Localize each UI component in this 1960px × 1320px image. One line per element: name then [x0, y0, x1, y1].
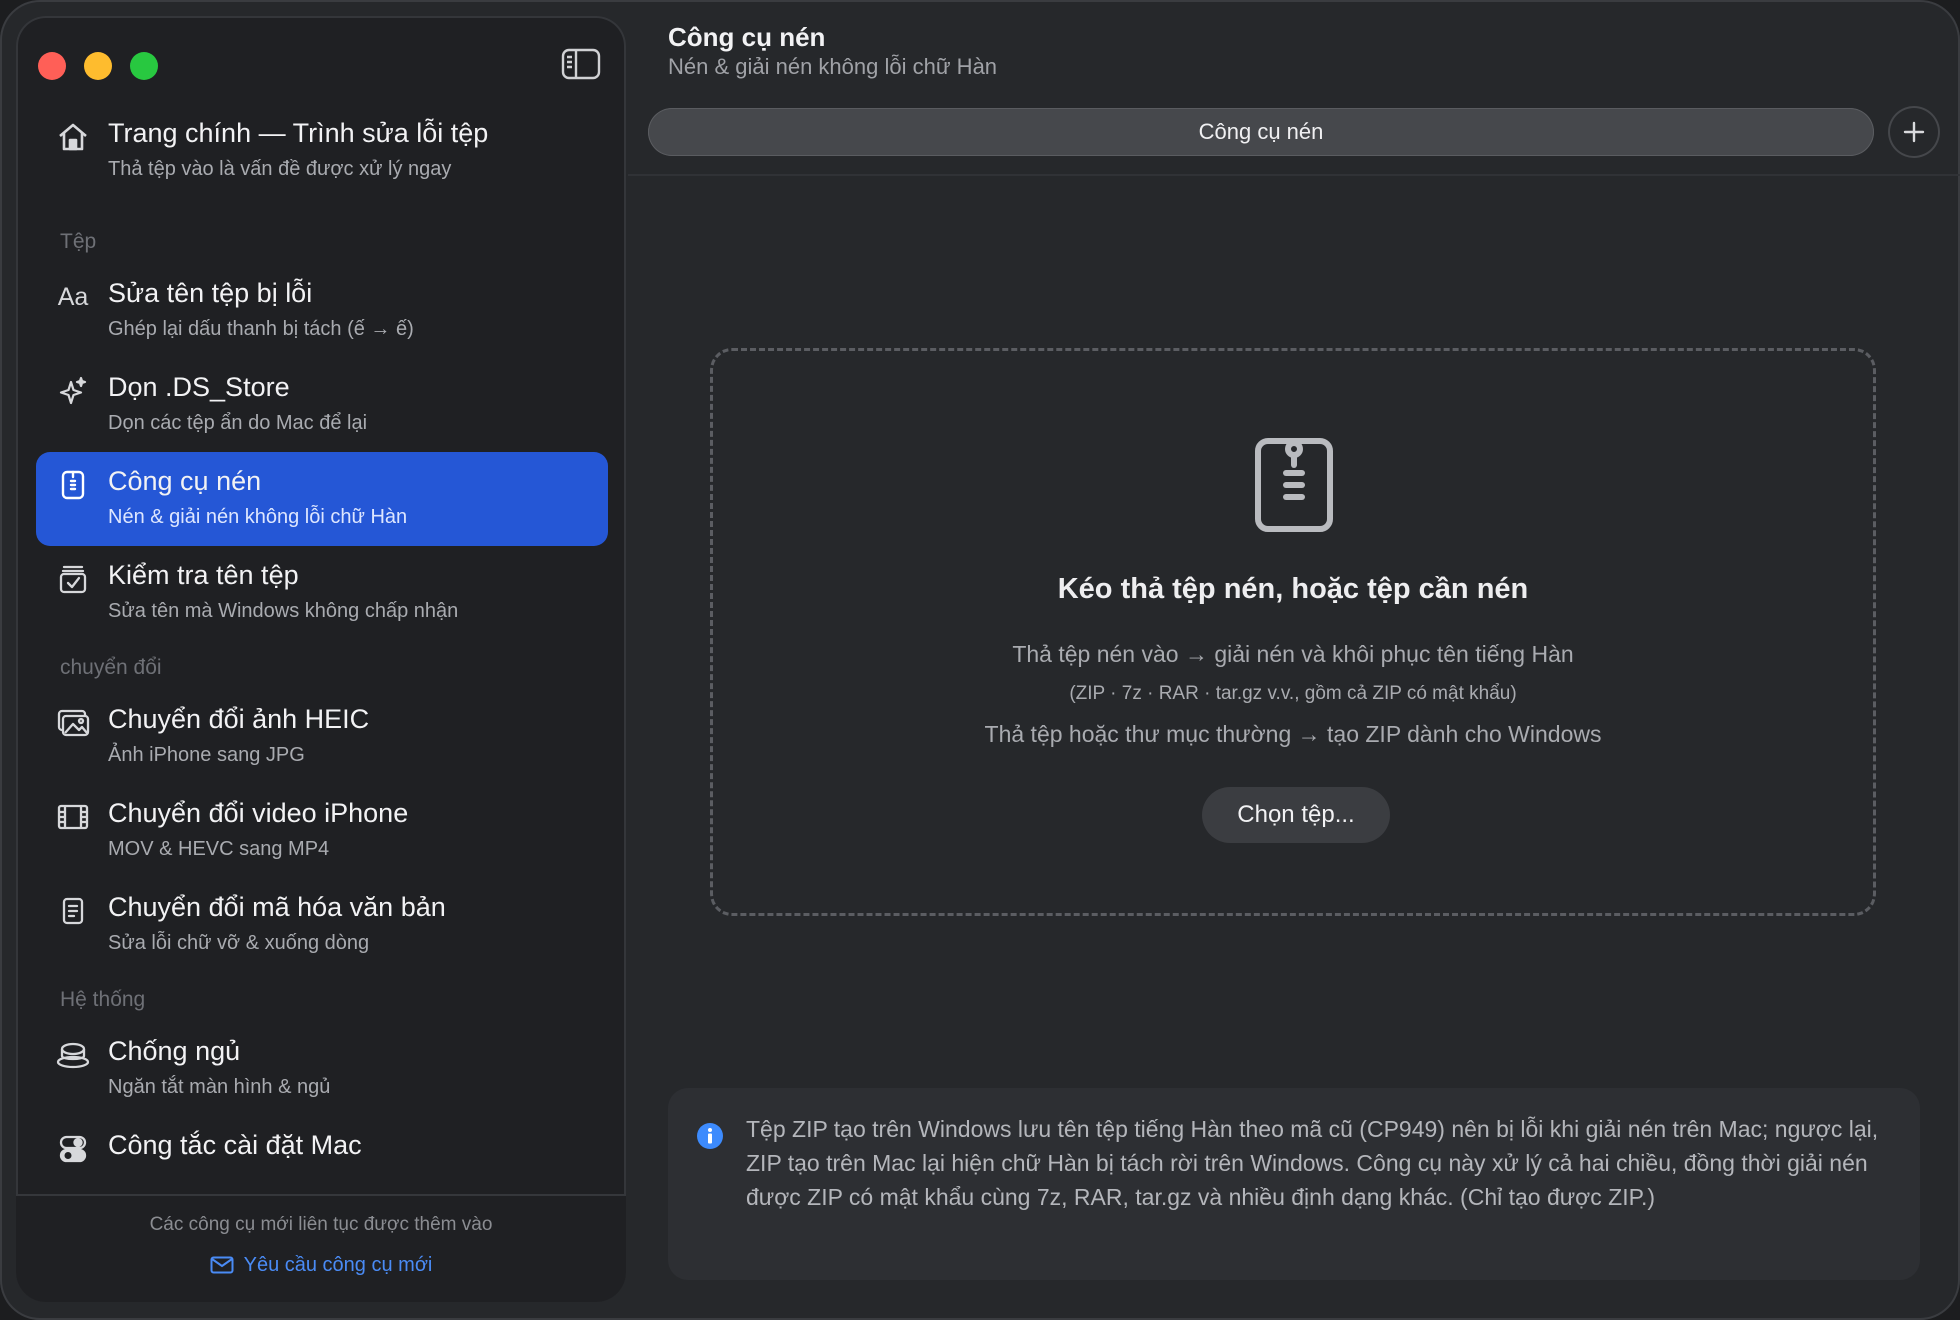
sidebar-item-text-encoding[interactable]: Chuyển đổi mã hóa văn bản Sửa lỗi chữ vỡ… [36, 878, 608, 972]
request-new-tool-label: Yêu cầu công cụ mới [243, 1254, 433, 1276]
footer-note: Các công cụ mới liên tục được thêm vào [149, 1214, 493, 1235]
cup-icon [56, 1038, 90, 1072]
sidebar-footer: Các công cụ mới liên tục được thêm vào Y… [16, 1194, 626, 1302]
section-label-system: Hệ thống [60, 988, 146, 1011]
tab-compression-tool[interactable]: Công cụ nén [648, 108, 1874, 156]
envelope-icon [210, 1256, 234, 1274]
sidebar-item-subtitle: Nén & giải nén không lỗi chữ Hàn [108, 506, 408, 528]
info-panel: Tệp ZIP tạo trên Windows lưu tên tệp tiế… [668, 1088, 1920, 1280]
sidebar-item-subtitle: Sửa tên mà Windows không chấp nhận [108, 600, 459, 622]
sidebar-item-compression-tool[interactable]: Công cụ nén Nén & giải nén không lỗi chữ… [36, 452, 608, 546]
sidebar-item-subtitle: MOV & HEVC sang MP4 [108, 838, 330, 860]
switches-icon [56, 1132, 90, 1166]
sidebar-item-title: Chuyển đổi video iPhone [108, 798, 409, 828]
house-icon [56, 120, 90, 154]
toolbar-divider [628, 174, 1960, 176]
minimize-window-button[interactable] [84, 52, 112, 80]
info-text: Tệp ZIP tạo trên Windows lưu tên tệp tiế… [746, 1116, 1879, 1210]
drop-zone-title: Kéo thả tệp nén, hoặc tệp cần nén [1057, 573, 1529, 605]
zoom-window-button[interactable] [130, 52, 158, 80]
sidebar-item-check-filenames[interactable]: Kiểm tra tên tệp Sửa tên mà Windows khôn… [36, 546, 608, 640]
sidebar-item-title: Trang chính — Trình sửa lỗi tệp [108, 118, 489, 148]
sidebar-item-subtitle: Ghép lại dấu thanh bị tách (ế → ế) [108, 318, 414, 340]
zipper-doc-icon [1254, 433, 1334, 533]
text-aa-icon: Aa [57, 282, 89, 311]
page-subtitle: Nén & giải nén không lỗi chữ Hàn [668, 54, 998, 79]
file-drop-zone[interactable]: Kéo thả tệp nén, hoặc tệp cần nén Thả tệ… [710, 348, 1876, 916]
sidebar-item-title: Sửa tên tệp bị lỗi [108, 278, 313, 308]
sidebar-item-title: Chuyển đổi mã hóa văn bản [108, 892, 446, 922]
sidebar-item-video-converter[interactable]: Chuyển đổi video iPhone MOV & HEVC sang … [36, 784, 608, 878]
add-tab-button[interactable] [1888, 106, 1940, 158]
sidebar-item-subtitle: Dọn các tệp ẩn do Mac để lại [108, 412, 368, 434]
section-label-files: Tệp [60, 230, 97, 253]
sidebar-item-prevent-sleep[interactable]: Chống ngủ Ngăn tắt màn hình & ngủ [36, 1022, 608, 1116]
choose-file-button[interactable]: Chọn tệp... [1202, 787, 1390, 843]
request-new-tool-link[interactable]: Yêu cầu công cụ mới [16, 1254, 626, 1277]
sidebar-item-subtitle: Sửa lỗi chữ vỡ & xuống dòng [108, 932, 370, 954]
drop-zone-hint-compress: Thả tệp hoặc thư mục thường → tạo ZIP dà… [984, 721, 1602, 747]
tab-label: Công cụ nén [1198, 119, 1324, 144]
sidebar-item-fix-filenames[interactable]: Aa Sửa tên tệp bị lỗi Ghép lại dấu thanh… [36, 264, 608, 358]
photos-icon [56, 706, 90, 740]
document-icon [56, 894, 90, 928]
section-label-convert: chuyển đổi [60, 656, 162, 679]
drop-zone-hint-extract: Thả tệp nén vào → giải nén và khôi phục … [1012, 641, 1574, 667]
sidebar-item-title: Công tắc cài đặt Mac [108, 1130, 362, 1160]
sidebar-item-heic-converter[interactable]: Chuyển đổi ảnh HEIC Ảnh iPhone sang JPG [36, 690, 608, 784]
close-window-button[interactable] [38, 52, 66, 80]
sidebar-item-title: Chống ngủ [108, 1036, 241, 1066]
sidebar-toggle-icon [561, 48, 601, 80]
plus-icon [1903, 121, 1925, 143]
traffic-lights [38, 52, 158, 80]
sidebar-item-ds-store[interactable]: Dọn .DS_Store Dọn các tệp ẩn do Mac để l… [36, 358, 608, 452]
sidebar: Trang chính — Trình sửa lỗi tệp Thả tệp … [16, 16, 626, 1302]
sidebar-item-subtitle: Ngăn tắt màn hình & ngủ [108, 1076, 331, 1098]
sidebar-item-title: Kiểm tra tên tệp [108, 560, 299, 590]
sidebar-item-title: Chuyển đổi ảnh HEIC [108, 704, 370, 734]
sidebar-item-subtitle: Thả tệp vào là vấn đề được xử lý ngay [108, 158, 452, 180]
sparkles-icon [56, 374, 90, 408]
info-icon [697, 1123, 723, 1149]
sidebar-toggle-button[interactable] [560, 46, 602, 82]
sidebar-item-subtitle: Ảnh iPhone sang JPG [108, 744, 305, 766]
drop-zone-formats: (ZIP · 7z · RAR · tar.gz v.v., gồm cả ZI… [1069, 683, 1517, 704]
zipper-doc-icon [56, 468, 90, 502]
sidebar-item-home[interactable]: Trang chính — Trình sửa lỗi tệp Thả tệp … [36, 104, 608, 214]
checklist-icon [56, 562, 90, 596]
film-icon [56, 800, 90, 834]
sidebar-item-title: Công cụ nén [108, 466, 262, 496]
page-title: Công cụ nén [668, 22, 826, 52]
sidebar-nav: Trang chính — Trình sửa lỗi tệp Thả tệp … [36, 104, 608, 1210]
sidebar-item-title: Dọn .DS_Store [108, 372, 290, 402]
app-window: Trang chính — Trình sửa lỗi tệp Thả tệp … [0, 0, 1960, 1320]
